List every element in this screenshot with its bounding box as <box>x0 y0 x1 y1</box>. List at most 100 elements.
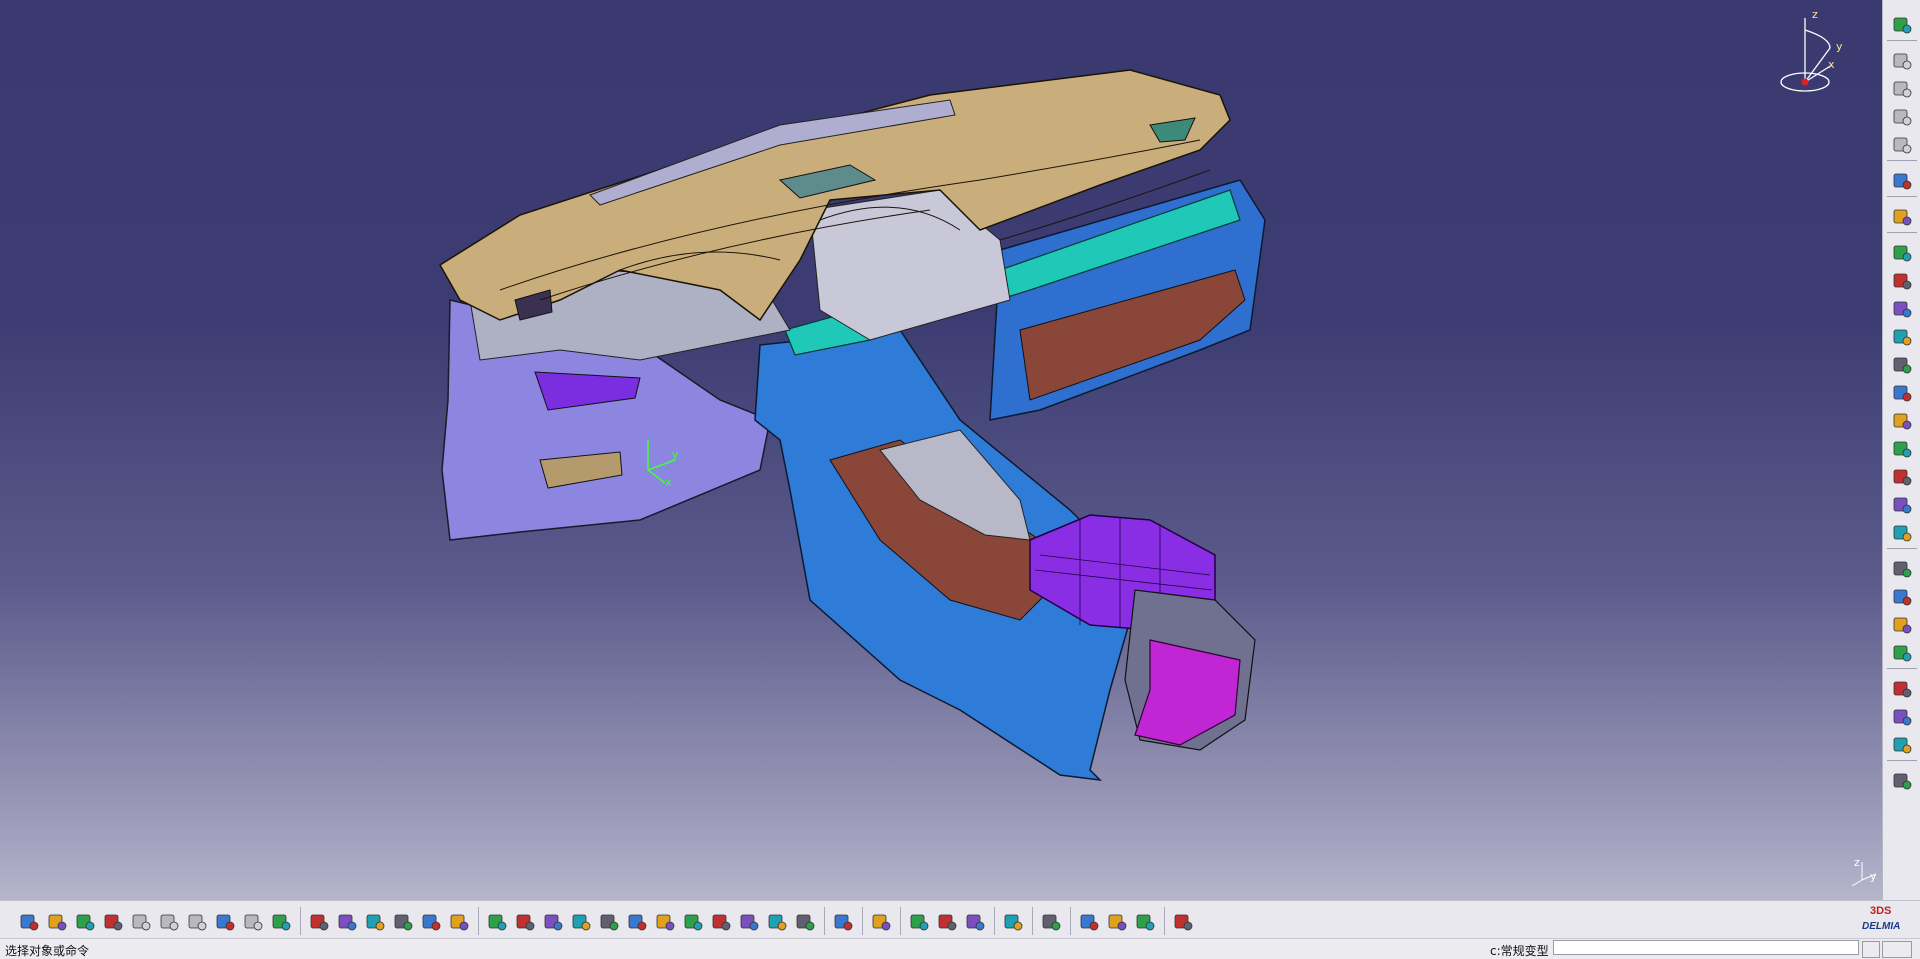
measure-icon[interactable] <box>364 911 386 933</box>
compass-tool-icon[interactable] <box>1891 770 1913 792</box>
publish-icon[interactable] <box>1891 494 1913 516</box>
measure-item-icon[interactable] <box>936 911 958 933</box>
move-2-icon[interactable] <box>1891 706 1913 728</box>
insert-icon[interactable] <box>1891 326 1913 348</box>
assembly-2-icon[interactable] <box>1891 586 1913 608</box>
copy-icon[interactable] <box>158 911 180 933</box>
apply-material-icon[interactable] <box>1134 911 1156 933</box>
toolbar-separator <box>300 907 301 935</box>
scene-icon[interactable] <box>1891 410 1913 432</box>
table-icon[interactable] <box>392 911 414 933</box>
disabled-tool-3-icon[interactable] <box>1891 106 1913 128</box>
delmia-logo: 3DS DELMIA <box>1860 905 1918 937</box>
grid-icon[interactable] <box>1172 911 1194 933</box>
analysis-icon[interactable] <box>1891 206 1913 228</box>
spin-icon[interactable] <box>1002 911 1024 933</box>
multi-view-icon[interactable] <box>682 911 704 933</box>
compass-z-label: z <box>1812 8 1818 21</box>
status-bar: 选择对象或命令 c:常规变型 <box>0 938 1920 959</box>
command-label: c:常规变型 <box>1490 944 1549 958</box>
sketcher-icon[interactable] <box>1891 14 1913 36</box>
capture-icon[interactable] <box>832 911 854 933</box>
zoom-in-icon[interactable] <box>598 911 620 933</box>
explode-icon[interactable] <box>1891 642 1913 664</box>
model-axis-x-label: x <box>665 476 672 489</box>
fly-mode-icon[interactable] <box>486 911 508 933</box>
toolbar-separator <box>1887 40 1917 41</box>
product-3-icon[interactable] <box>1891 298 1913 320</box>
inertia-icon[interactable] <box>964 911 986 933</box>
normal-view-icon[interactable] <box>654 911 676 933</box>
toolbar-separator <box>1887 196 1917 197</box>
disabled-tool-2-icon[interactable] <box>1891 78 1913 100</box>
delmia-logo-text: DELMIA <box>1862 921 1901 932</box>
render-style-icon[interactable] <box>738 911 760 933</box>
toolbar-separator <box>1070 907 1071 935</box>
toolbar-separator <box>862 907 863 935</box>
sketch-plane-icon[interactable] <box>1040 911 1062 933</box>
assembly-1-icon[interactable] <box>1891 558 1913 580</box>
right-toolbar <box>1882 0 1920 900</box>
clash-icon[interactable] <box>1891 614 1913 636</box>
disabled-tool-4-icon[interactable] <box>1891 134 1913 156</box>
status-prompt: 选择对象或命令 <box>5 944 90 958</box>
product-2-icon[interactable] <box>1891 270 1913 292</box>
compass-x-label: x <box>1828 58 1835 71</box>
whats-this-icon[interactable] <box>270 911 292 933</box>
toolbar-separator <box>1887 548 1917 549</box>
tree-icon[interactable] <box>420 911 442 933</box>
material-icon[interactable] <box>1106 911 1128 933</box>
toolbar-separator <box>1164 907 1165 935</box>
command-input[interactable] <box>1553 940 1859 955</box>
cut-icon[interactable] <box>130 911 152 933</box>
toolbar-separator <box>1887 160 1917 161</box>
select-icon[interactable] <box>1891 170 1913 192</box>
undo-icon[interactable] <box>214 911 236 933</box>
annotation-icon[interactable] <box>1891 438 1913 460</box>
compass-y-label: y <box>1836 40 1843 53</box>
toolbar-separator <box>478 907 479 935</box>
snap-icon[interactable] <box>1891 354 1913 376</box>
print-icon[interactable] <box>102 911 124 933</box>
save-icon[interactable] <box>74 911 96 933</box>
analysis-icon[interactable] <box>908 911 930 933</box>
redo-icon[interactable] <box>242 911 264 933</box>
toolbar-separator <box>824 907 825 935</box>
iso-view-icon[interactable] <box>710 911 732 933</box>
swap-visible-icon[interactable] <box>794 911 816 933</box>
mini-axis-triad: z y <box>1851 856 1877 887</box>
mini-axis-y-label: y <box>1870 870 1877 883</box>
formula-icon[interactable] <box>308 911 330 933</box>
compass-icon[interactable]: z y x <box>1780 8 1843 92</box>
zoom-out-icon[interactable] <box>626 911 648 933</box>
pan-icon[interactable] <box>542 911 564 933</box>
fit-all-icon[interactable] <box>514 911 536 933</box>
model-axis-y-label: y <box>672 448 679 461</box>
constraint-icon[interactable] <box>1891 382 1913 404</box>
dashboard-3d-model[interactable]: y x z y x z y <box>0 0 1882 900</box>
move-3-icon[interactable] <box>1891 734 1913 756</box>
open-icon[interactable] <box>46 911 68 933</box>
bom-icon[interactable] <box>1891 522 1913 544</box>
catalog-icon[interactable] <box>1078 911 1100 933</box>
toolbar-separator <box>1887 232 1917 233</box>
knowledge-icon[interactable] <box>336 911 358 933</box>
update-icon[interactable] <box>870 911 892 933</box>
bottom-toolbar: 3DS DELMIA <box>0 900 1920 939</box>
rotate-icon[interactable] <box>570 911 592 933</box>
disabled-tool-1-icon[interactable] <box>1891 50 1913 72</box>
toolbar-separator <box>994 907 995 935</box>
toolbar-separator <box>1032 907 1033 935</box>
hide-show-icon[interactable] <box>766 911 788 933</box>
toolbar-separator <box>1887 668 1917 669</box>
command-history-button[interactable] <box>1862 941 1880 958</box>
parameter-icon[interactable] <box>448 911 470 933</box>
toolbar-separator <box>1887 760 1917 761</box>
view-icon[interactable] <box>1891 466 1913 488</box>
3d-viewport[interactable]: y x z y x z y <box>0 0 1882 900</box>
paste-icon[interactable] <box>186 911 208 933</box>
new-icon[interactable] <box>18 911 40 933</box>
move-1-icon[interactable] <box>1891 678 1913 700</box>
product-1-icon[interactable] <box>1891 242 1913 264</box>
command-options-button[interactable] <box>1882 941 1912 958</box>
